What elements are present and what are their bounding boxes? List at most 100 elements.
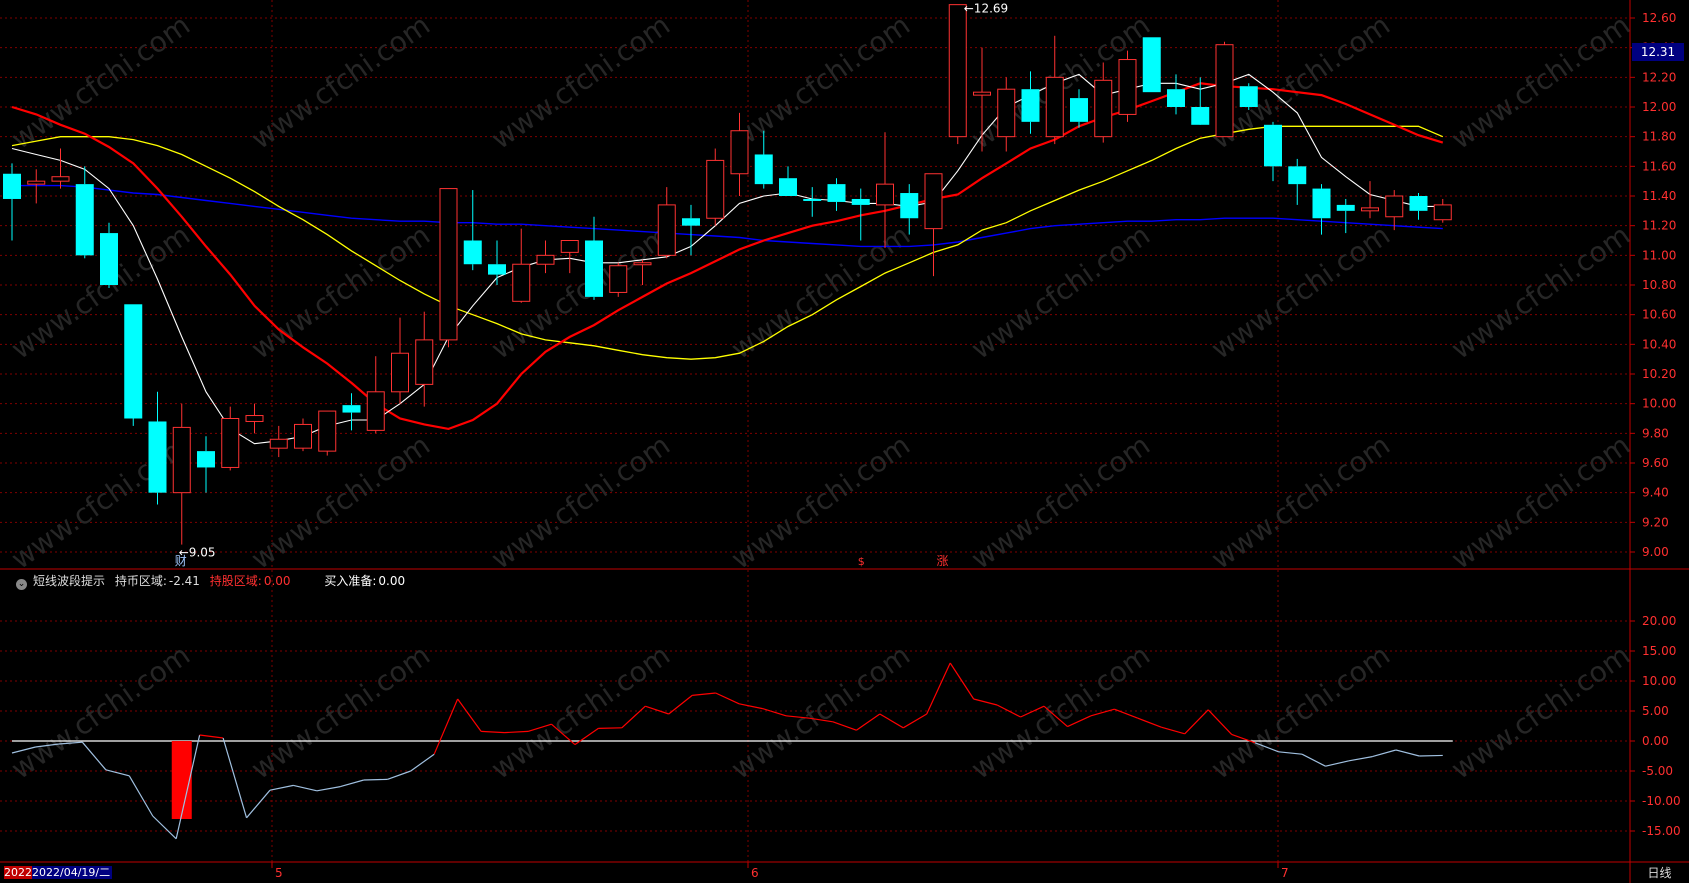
oscillator-segment (598, 727, 622, 729)
candle (779, 166, 797, 196)
oscillator-segment (316, 786, 341, 792)
candle (75, 166, 94, 259)
watermark-text: www.cfchi.com (245, 218, 436, 365)
candle-body-down (463, 240, 482, 265)
candle-body-up (27, 180, 46, 185)
indicator-tick-label: 15.00 (1642, 644, 1676, 658)
watermark-text: www.cfchi.com (725, 218, 916, 365)
oscillator-segment (879, 713, 904, 729)
candle-body-up (633, 262, 652, 266)
oscillator-segment (387, 770, 411, 780)
candle-body-down (197, 451, 215, 468)
watermark-text: www.cfchi.com (245, 638, 436, 785)
year-fragment: 2022 (4, 866, 32, 879)
candle (948, 4, 967, 145)
oscillator-segment (81, 741, 107, 771)
candle (439, 188, 458, 348)
watermark-text: www.cfchi.com (245, 8, 436, 155)
candle-body-up (876, 183, 894, 206)
candle-body-down (1312, 188, 1331, 219)
candle (488, 240, 506, 285)
candle-body-down (1142, 37, 1161, 93)
price-tick-label: 9.40 (1642, 486, 1669, 500)
candle (1385, 190, 1404, 231)
candle-body-up (245, 415, 264, 422)
candle (294, 418, 312, 452)
month-label: 5 (275, 866, 283, 880)
price-tick-label: 12.60 (1642, 11, 1676, 25)
oscillator-segment (1090, 708, 1115, 717)
watermark-text: www.cfchi.com (725, 428, 916, 575)
oscillator-segment (340, 779, 364, 788)
candle (342, 393, 361, 431)
price-tick-label: 10.80 (1642, 278, 1676, 292)
candle-body-up (730, 130, 749, 175)
candle-body-up (924, 173, 943, 230)
indicator-tick-label: 20.00 (1642, 614, 1676, 628)
watermark-text: www.cfchi.com (725, 8, 916, 155)
oscillator-segment (973, 698, 998, 706)
candle (221, 406, 240, 471)
candle (1215, 41, 1234, 138)
candle-body-up (997, 88, 1016, 138)
oscillator-segment (363, 778, 388, 781)
candle (682, 204, 700, 256)
candle-body-down (3, 173, 21, 199)
candlestick-series[interactable] (3, 4, 1452, 545)
buy-value: 0.00 (378, 574, 406, 588)
candle-body-up (1385, 195, 1404, 218)
candle (512, 228, 531, 303)
candle-body-up (172, 426, 191, 494)
candle (51, 148, 70, 189)
month-label: 7 (1281, 866, 1289, 880)
oscillator-segment (902, 713, 928, 729)
oscillator-segment (715, 692, 740, 705)
chart-canvas[interactable]: www.cfchi.com www.cfchi.com www.cfchi.com w… (0, 0, 1689, 883)
candle-body-up (1361, 207, 1379, 212)
indicator-tick-label: 10.00 (1642, 674, 1676, 688)
price-tick-label: 10.60 (1642, 308, 1676, 322)
candle (1239, 83, 1258, 110)
indicator-name[interactable]: 短线波段提示 (33, 574, 105, 588)
candle (536, 240, 555, 274)
candle-body-down (585, 240, 603, 297)
candle (1433, 198, 1452, 223)
candle-body-down (1191, 107, 1210, 125)
candle-body-down (682, 218, 700, 226)
oscillator-segment (1207, 709, 1233, 735)
candle-body-down (342, 405, 361, 413)
oscillator-segment (1301, 753, 1326, 767)
price-tick-label: 10.20 (1642, 367, 1676, 381)
candle-body-down (754, 154, 773, 185)
candle-body-down (124, 304, 143, 419)
oscillator-segment (738, 703, 763, 710)
candle (1409, 193, 1428, 220)
watermark-text: www.cfchi.com (1205, 218, 1396, 365)
candle (1336, 198, 1355, 234)
oscillator-segment (1395, 749, 1420, 757)
candle-body-up (439, 188, 458, 341)
candle-body-up (609, 265, 628, 293)
oscillator-segment (692, 692, 716, 696)
candle (1142, 37, 1161, 93)
candle (1312, 184, 1331, 235)
collapse-icon[interactable]: ⌄ (16, 579, 27, 590)
oscillator-segment (481, 730, 505, 734)
candle (827, 178, 846, 211)
watermark-text: www.cfchi.com (1445, 638, 1636, 785)
watermark-text: www.cfchi.com (965, 218, 1156, 365)
candle (1118, 50, 1137, 122)
indicator-tick-label: -5.00 (1642, 764, 1673, 778)
oscillator-segment (199, 734, 224, 739)
oscillator-segment (1372, 749, 1397, 758)
candle-body-up (706, 159, 725, 219)
price-tick-label: 10.40 (1642, 337, 1676, 351)
oscillator-segment (1325, 760, 1350, 767)
candle-body-down (1288, 166, 1307, 185)
candle (269, 425, 288, 458)
watermark-text: www.cfchi.com (245, 428, 436, 575)
candle-body-up (366, 391, 385, 431)
period-selector[interactable]: 日线 (1632, 864, 1687, 882)
watermark-text: www.cfchi.com (1205, 638, 1396, 785)
candle-body-up (536, 254, 555, 265)
